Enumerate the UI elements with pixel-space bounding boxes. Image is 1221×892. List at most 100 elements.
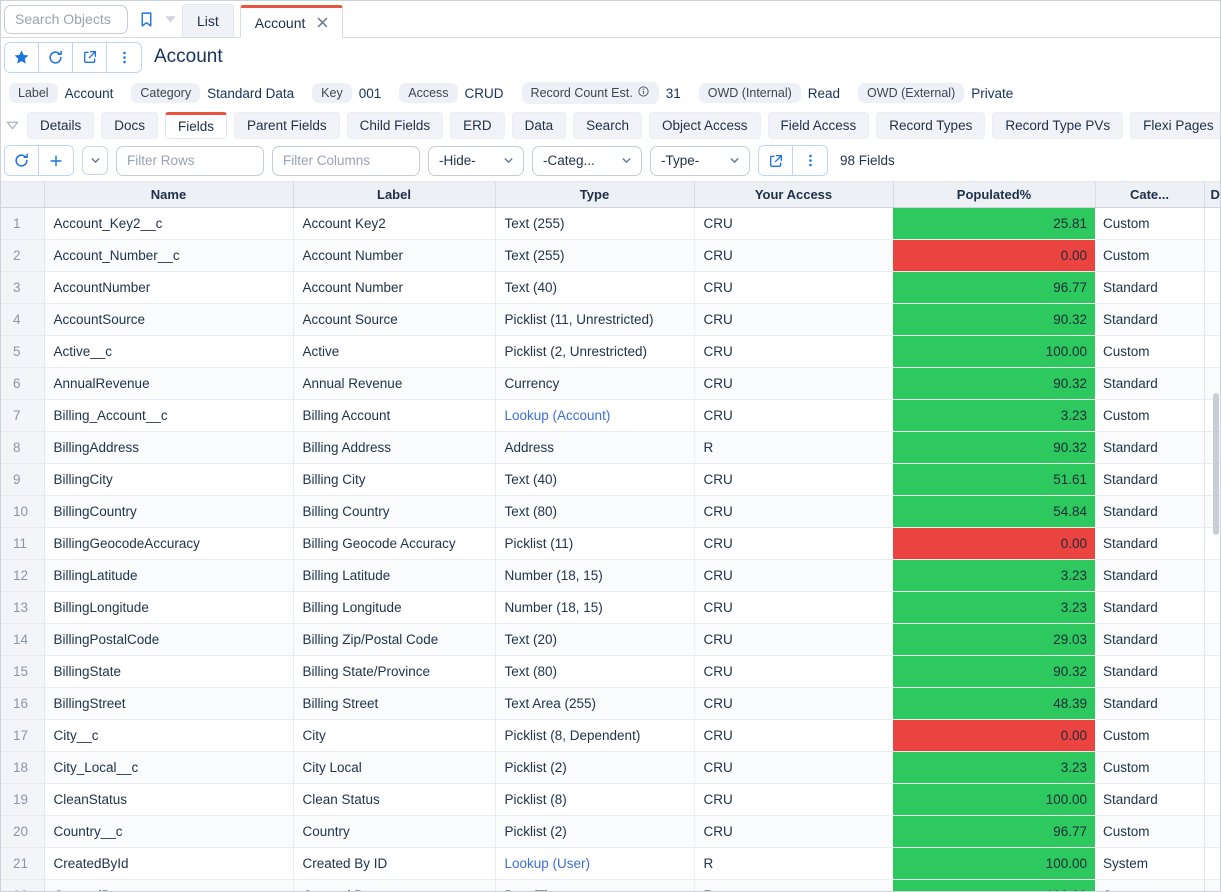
table-row[interactable]: 9 BillingCity Billing City Text (40) CRU…: [1, 463, 1220, 496]
cell-field-label: Account Number: [293, 271, 496, 304]
table-row[interactable]: 14 BillingPostalCode Billing Zip/Postal …: [1, 623, 1220, 656]
table-row[interactable]: 6 AnnualRevenue Annual Revenue Currency …: [1, 367, 1220, 400]
subtab-object-access[interactable]: Object Access: [648, 111, 761, 139]
table-row[interactable]: 15 BillingState Billing State/Province T…: [1, 655, 1220, 688]
table-row[interactable]: 13 BillingLongitude Billing Longitude Nu…: [1, 591, 1220, 624]
bookmark-icon[interactable]: [134, 5, 158, 33]
cell-field-type: Picklist (11): [495, 527, 695, 560]
table-row[interactable]: 10 BillingCountry Billing Country Text (…: [1, 495, 1220, 528]
subtab-child-fields[interactable]: Child Fields: [346, 111, 444, 139]
subtab-erd[interactable]: ERD: [450, 111, 505, 139]
subtab-parent-fields[interactable]: Parent Fields: [234, 111, 340, 139]
cell-field-name[interactable]: BillingPostalCode: [44, 623, 294, 656]
cell-your-access: CRU: [694, 687, 893, 720]
cell-populated-percent: 3.23: [893, 559, 1095, 592]
table-row[interactable]: 5 Active__c Active Picklist (2, Unrestri…: [1, 335, 1220, 368]
refresh-button[interactable]: [39, 42, 73, 72]
table-row[interactable]: 2 Account_Number__c Account Number Text …: [1, 239, 1220, 272]
subtab-details[interactable]: Details: [27, 111, 95, 139]
type-select[interactable]: -Type-: [650, 145, 750, 176]
cell-field-name[interactable]: CreatedById: [44, 847, 294, 880]
cell-category: Custom: [1095, 815, 1205, 848]
cell-field-name[interactable]: Account_Number__c: [44, 239, 294, 272]
header-name[interactable]: Name: [44, 181, 294, 208]
table-row[interactable]: 1 Account_Key2__c Account Key2 Text (255…: [1, 207, 1220, 240]
table-row[interactable]: 16 BillingStreet Billing Street Text Are…: [1, 687, 1220, 720]
table-row[interactable]: 21 CreatedById Created By ID Lookup (Use…: [1, 847, 1220, 880]
cell-field-name[interactable]: AccountNumber: [44, 271, 294, 304]
vertical-scrollbar[interactable]: [1213, 393, 1219, 535]
table-row[interactable]: 7 Billing_Account__c Billing Account Loo…: [1, 399, 1220, 432]
header-type[interactable]: Type: [495, 181, 695, 208]
cell-field-name[interactable]: Billing_Account__c: [44, 399, 294, 432]
header-populated[interactable]: Populated%: [893, 181, 1096, 208]
close-tab-icon[interactable]: [317, 17, 328, 28]
table-row[interactable]: 11 BillingGeocodeAccuracy Billing Geocod…: [1, 527, 1220, 560]
subtab-data[interactable]: Data: [511, 111, 567, 139]
cell-field-name[interactable]: BillingLatitude: [44, 559, 294, 592]
subtab-flexi-pages[interactable]: Flexi Pages: [1130, 111, 1220, 139]
cell-field-name[interactable]: AnnualRevenue: [44, 367, 294, 400]
cell-field-name[interactable]: CleanStatus: [44, 783, 294, 816]
cell-field-name[interactable]: Country__c: [44, 815, 294, 848]
refresh-fields-button[interactable]: [5, 146, 39, 175]
table-row[interactable]: 18 City_Local__c City Local Picklist (2)…: [1, 751, 1220, 784]
cell-field-name[interactable]: BillingLongitude: [44, 591, 294, 624]
subtab-field-access[interactable]: Field Access: [767, 111, 870, 139]
header-category[interactable]: Cate...: [1095, 181, 1205, 208]
table-row[interactable]: 22 CreatedDate Created Date Date/Time R …: [1, 879, 1220, 891]
info-icon[interactable]: [637, 85, 650, 101]
cell-field-name[interactable]: City_Local__c: [44, 751, 294, 784]
cell-field-name[interactable]: Account_Key2__c: [44, 207, 294, 240]
table-row[interactable]: 12 BillingLatitude Billing Latitude Numb…: [1, 559, 1220, 592]
cell-field-name[interactable]: BillingState: [44, 655, 294, 688]
cell-extra: [1204, 207, 1220, 240]
tab-account[interactable]: Account: [239, 5, 344, 38]
filter-columns-input[interactable]: [272, 145, 420, 176]
subtab-docs[interactable]: Docs: [101, 111, 159, 139]
filter-rows-input[interactable]: [116, 145, 264, 176]
more-options-kebab-button[interactable]: [107, 42, 141, 72]
header-extra[interactable]: D: [1204, 181, 1220, 208]
expand-chevron-button[interactable]: [82, 146, 108, 175]
chevron-down-icon[interactable]: [158, 5, 182, 33]
cell-field-type[interactable]: Lookup (Account): [495, 399, 695, 432]
header-label[interactable]: Label: [293, 181, 496, 208]
cell-extra: [1204, 655, 1220, 688]
grid-kebab-button[interactable]: [793, 146, 827, 175]
cell-field-name[interactable]: BillingCity: [44, 463, 294, 496]
cell-field-name[interactable]: BillingAddress: [44, 431, 294, 464]
export-open-button[interactable]: [759, 146, 793, 175]
subtab-search[interactable]: Search: [573, 111, 642, 139]
table-row[interactable]: 4 AccountSource Account Source Picklist …: [1, 303, 1220, 336]
collapse-triangle-icon[interactable]: [5, 118, 20, 133]
cell-category: Standard: [1095, 527, 1205, 560]
cell-populated-percent: 0.00: [893, 527, 1095, 560]
cell-field-name[interactable]: BillingGeocodeAccuracy: [44, 527, 294, 560]
cell-populated-percent: 25.81: [893, 207, 1095, 240]
subtab-record-type-pvs[interactable]: Record Type PVs: [992, 111, 1124, 139]
cell-field-type[interactable]: Lookup (User): [495, 847, 695, 880]
favorite-star-button[interactable]: [5, 42, 39, 72]
category-select[interactable]: -Categ...: [532, 145, 642, 176]
table-row[interactable]: 3 AccountNumber Account Number Text (40)…: [1, 271, 1220, 304]
table-row[interactable]: 17 City__c City Picklist (8, Dependent) …: [1, 719, 1220, 752]
search-objects-input[interactable]: [4, 4, 128, 34]
subtab-fields[interactable]: Fields: [165, 111, 228, 139]
header-your-access[interactable]: Your Access: [694, 181, 894, 208]
subtab-record-types[interactable]: Record Types: [876, 111, 986, 139]
cell-field-name[interactable]: BillingCountry: [44, 495, 294, 528]
cell-field-name[interactable]: City__c: [44, 719, 294, 752]
cell-field-name[interactable]: AccountSource: [44, 303, 294, 336]
cell-field-label: Billing Street: [293, 687, 496, 720]
cell-field-name[interactable]: Active__c: [44, 335, 294, 368]
hide-select[interactable]: -Hide-: [428, 145, 524, 176]
open-in-new-button[interactable]: [73, 42, 107, 72]
table-row[interactable]: 8 BillingAddress Billing Address Address…: [1, 431, 1220, 464]
table-row[interactable]: 19 CleanStatus Clean Status Picklist (8)…: [1, 783, 1220, 816]
cell-field-name[interactable]: CreatedDate: [44, 879, 294, 891]
cell-field-name[interactable]: BillingStreet: [44, 687, 294, 720]
tab-list[interactable]: List: [182, 4, 234, 37]
table-row[interactable]: 20 Country__c Country Picklist (2) CRU 9…: [1, 815, 1220, 848]
add-field-button[interactable]: [39, 146, 73, 175]
